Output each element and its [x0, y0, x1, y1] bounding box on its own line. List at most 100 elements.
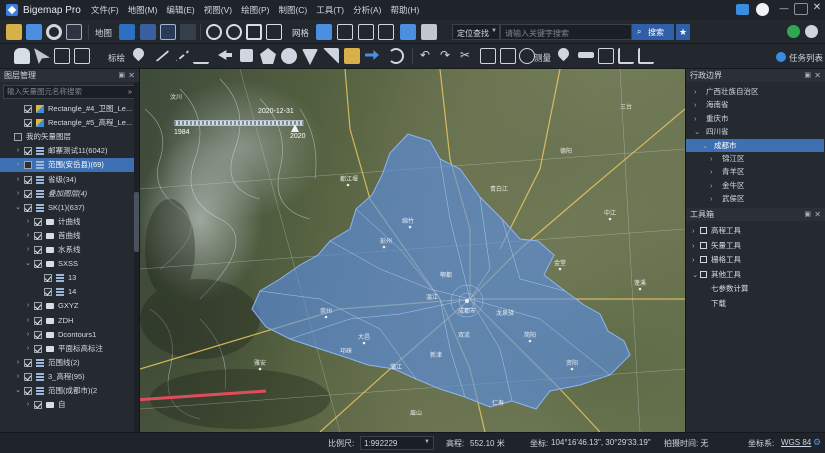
close-icon[interactable]: ✕ [814, 208, 821, 221]
user-circle-icon[interactable] [805, 25, 818, 38]
layer-row[interactable]: 13 [0, 271, 135, 285]
measure-area-icon[interactable] [598, 48, 614, 64]
menu-map[interactable]: 地图(M) [128, 4, 158, 16]
measure-height-icon[interactable] [638, 48, 654, 64]
pan-icon[interactable] [180, 24, 196, 40]
select-box-icon[interactable] [54, 48, 70, 64]
layer-checkbox[interactable] [24, 189, 32, 198]
zoom-in-icon[interactable] [206, 24, 222, 40]
tool-item[interactable]: 下载 [686, 297, 824, 310]
chevron-right-icon[interactable]: › [694, 98, 697, 111]
chevron-right-icon[interactable]: › [24, 398, 32, 412]
redo-icon[interactable]: ↷ [440, 49, 456, 65]
menu-help[interactable]: 帮助(H) [390, 4, 419, 16]
search-button[interactable]: ⌕ 搜索 [632, 24, 674, 40]
avatar[interactable] [756, 3, 769, 16]
region-item[interactable]: › 武侯区 [686, 192, 824, 205]
layer-checkbox[interactable] [34, 246, 42, 254]
region-item[interactable]: › 重庆市 [686, 112, 824, 125]
chevron-down-icon[interactable]: ⌄ [702, 139, 708, 152]
tool-item[interactable]: › 矢量工具 [686, 239, 824, 252]
region-item[interactable]: › 金牛区 [686, 179, 824, 192]
measure-angle-icon[interactable] [618, 48, 634, 64]
close-icon[interactable]: ✕ [128, 69, 135, 82]
grid-icon[interactable] [316, 24, 332, 40]
chevron-right-icon[interactable]: › [710, 179, 713, 192]
layer-row[interactable]: › 范围线(2) [0, 356, 135, 370]
chevron-right-icon[interactable]: › [24, 342, 32, 356]
layer-row[interactable]: › Dcontours1 [0, 328, 135, 342]
chevron-right-icon[interactable]: › [14, 370, 22, 384]
map-overlay-icon[interactable] [140, 24, 156, 40]
chevron-right-icon[interactable]: › [692, 224, 695, 237]
chevron-right-icon[interactable]: › [710, 152, 713, 165]
pin-icon[interactable]: ▣ [804, 69, 811, 82]
chevron-right-icon[interactable]: › [692, 239, 695, 252]
region-item[interactable]: › 青羊区 [686, 165, 824, 178]
crs-value[interactable]: WGS 84 [781, 438, 811, 447]
chevron-right-icon[interactable]: › [14, 173, 22, 187]
undo-icon[interactable]: ↶ [420, 49, 436, 65]
layer-checkbox[interactable] [24, 119, 32, 128]
layers-manager-icon[interactable] [66, 24, 82, 40]
arrow-shape-icon[interactable] [218, 50, 232, 60]
chevron-right-icon[interactable]: › [692, 253, 695, 266]
close-icon[interactable]: ✕ [814, 69, 821, 82]
plot-label[interactable]: 标绘 [108, 52, 125, 64]
menu-file[interactable]: 文件(F) [91, 4, 119, 16]
settings-gear-icon[interactable] [46, 24, 62, 40]
map-view[interactable]: 成都市 彭州 都江堰 崇州 大邑 简阳 金堂 资阳 中江 雅安 蓬溪 绵竹 青白… [140, 69, 685, 432]
route-arrow-icon[interactable] [365, 50, 379, 60]
layer-row[interactable]: › 省级(34) [0, 173, 135, 187]
layer-row[interactable]: Rectangle_#5_高程_Le... [0, 116, 135, 130]
grid-label[interactable]: 网格 [292, 27, 309, 39]
map-label[interactable]: 地图 [95, 27, 112, 39]
marker-pin-icon[interactable] [130, 45, 147, 62]
chat-icon[interactable] [736, 4, 749, 15]
chevron-right-icon[interactable]: › [694, 85, 697, 98]
zoom-out-icon[interactable] [226, 24, 242, 40]
menu-view[interactable]: 视图(V) [204, 4, 232, 16]
region-item[interactable]: › 海南省 [686, 98, 824, 111]
layer-checkbox[interactable] [34, 344, 42, 353]
arc-icon[interactable] [388, 48, 404, 64]
menu-analysis[interactable]: 分析(A) [353, 4, 381, 16]
triangle-icon[interactable] [323, 48, 339, 64]
tool-item[interactable]: ⌄ 其他工具 [686, 268, 824, 281]
layer-row[interactable]: 我的矢量图层 [0, 130, 135, 144]
layer-row[interactable]: ⌄ 范围(成都市)(2 [0, 384, 135, 398]
chevron-right-icon[interactable]: › [24, 314, 32, 328]
layer-row[interactable]: › 3_高程(95) [0, 370, 135, 384]
chevron-right-icon[interactable]: › [710, 192, 713, 205]
chevron-right-icon[interactable]: › [14, 158, 22, 172]
close-button[interactable]: ✕ [810, 3, 824, 15]
layer-row[interactable]: ⌄ SXSS [0, 257, 135, 271]
sector-icon[interactable] [302, 49, 318, 65]
layer-row[interactable]: › GXYZ [0, 299, 135, 313]
chevron-right-icon[interactable]: › [24, 229, 32, 243]
minimize-button[interactable]: — [777, 3, 791, 15]
layer-checkbox[interactable] [24, 105, 32, 113]
region-item[interactable]: ⌄ 成都市 [686, 138, 824, 152]
chevron-right-icon[interactable]: › [24, 215, 32, 229]
layer-row[interactable]: › 平面标高标注 [0, 342, 135, 356]
maximize-button[interactable] [794, 3, 808, 15]
menu-cartography[interactable]: 制图(C) [278, 4, 307, 16]
task-list-icon[interactable] [776, 52, 786, 62]
layer-tree-scrollbar[interactable] [134, 82, 139, 432]
region-item[interactable]: › 锦江区 [686, 152, 824, 165]
terrain-icon[interactable] [160, 24, 176, 40]
layer-row[interactable]: › 叠加图层(4) [0, 187, 135, 201]
scissors-icon[interactable]: ✂ [460, 49, 476, 65]
layer-row[interactable]: › 首曲线 [0, 229, 135, 243]
line-icon[interactable] [150, 44, 170, 62]
layer-checkbox[interactable] [44, 288, 52, 297]
border-grid-icon[interactable] [378, 24, 394, 40]
layer-checkbox[interactable] [34, 260, 42, 269]
layer-checkbox[interactable] [14, 133, 22, 142]
chevron-right-icon[interactable]: › [24, 243, 32, 257]
chevron-right-icon[interactable]: › [694, 112, 697, 125]
layer-checkbox[interactable] [34, 330, 42, 339]
layer-checkbox[interactable] [24, 161, 32, 170]
layer-checkbox[interactable] [24, 372, 32, 381]
